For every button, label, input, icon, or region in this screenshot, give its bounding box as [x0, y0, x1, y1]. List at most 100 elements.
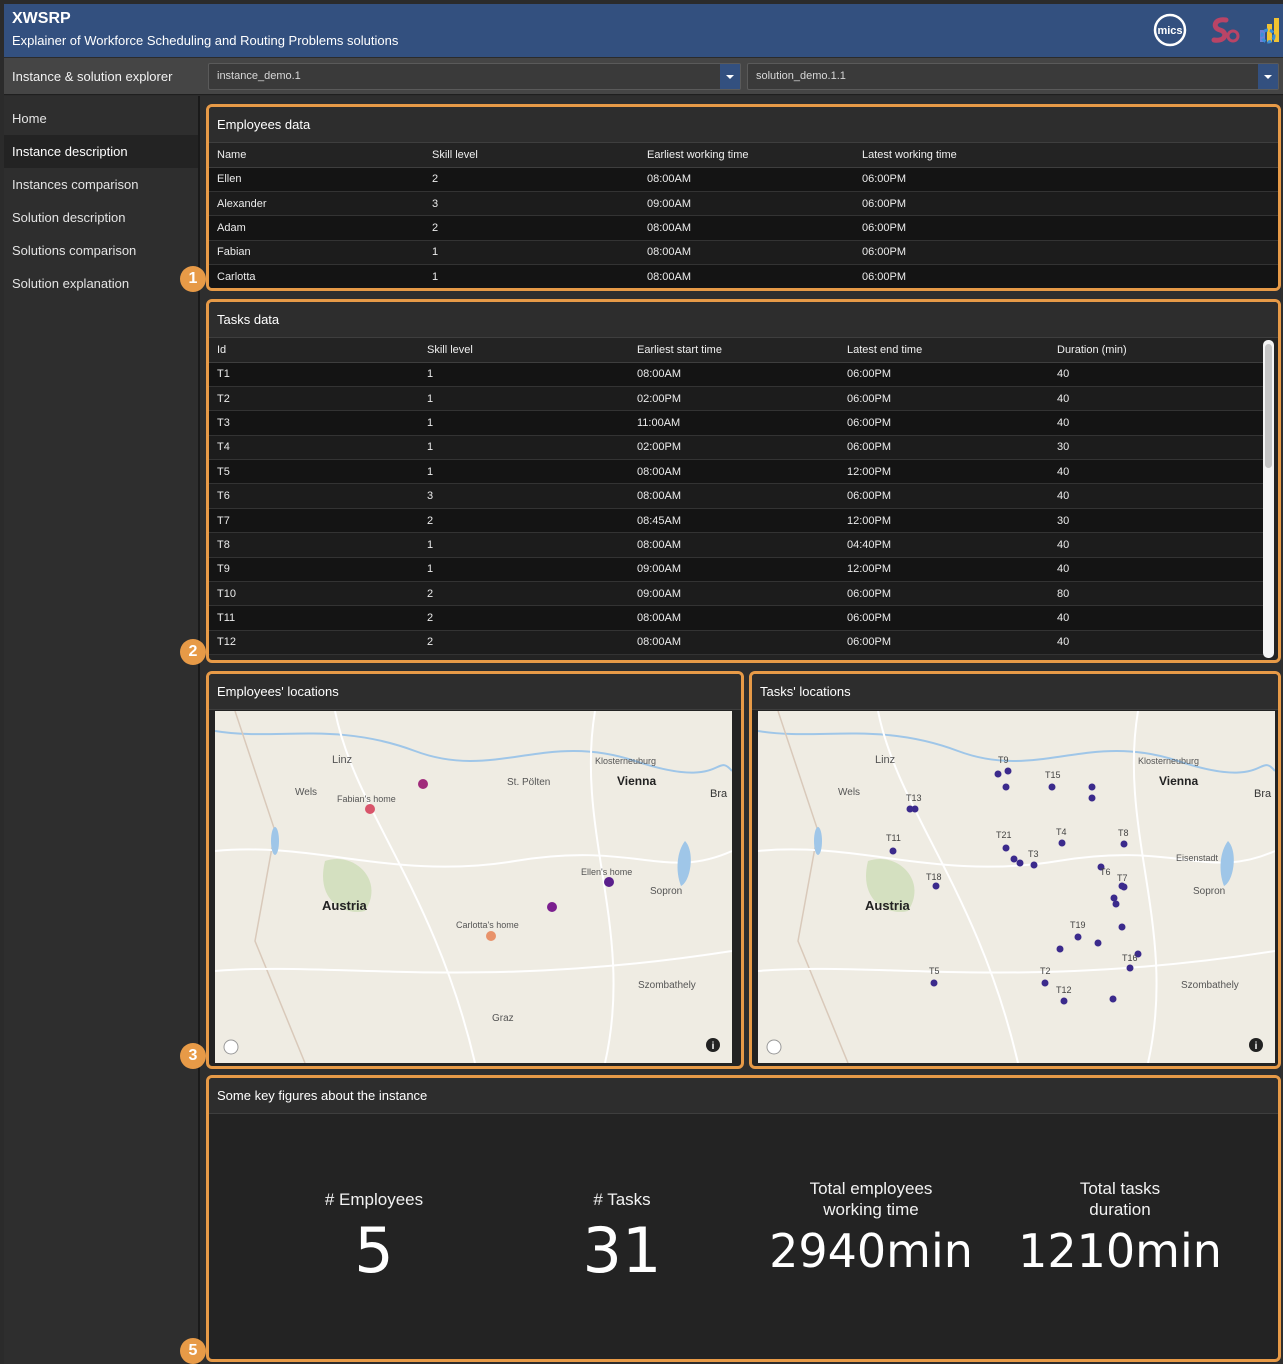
task-marker[interactable] [1074, 933, 1082, 941]
table-row[interactable]: T4 1 02:00PM 06:00PM 30 [209, 435, 1263, 461]
table-row[interactable]: T3 1 11:00AM 06:00PM 40 [209, 410, 1263, 436]
task-marker[interactable] [1112, 900, 1120, 908]
map-attribution-icon[interactable] [766, 1039, 782, 1055]
task-marker[interactable] [1109, 995, 1117, 1003]
map-attribution-icon[interactable] [223, 1039, 239, 1055]
task-marker[interactable] [1002, 783, 1010, 791]
task-marker[interactable] [1088, 783, 1096, 791]
task-marker[interactable] [1118, 882, 1126, 890]
table-cell: 1 [419, 362, 629, 387]
employees-map-canvas[interactable]: Linz Wels St. Pölten Klosterneuburg Vien… [215, 711, 732, 1063]
sidebar-item-home[interactable]: Home [4, 102, 198, 135]
table-header[interactable]: Id [209, 338, 419, 363]
task-marker[interactable] [1110, 894, 1118, 902]
table-row[interactable]: T5 1 08:00AM 12:00PM 40 [209, 459, 1263, 485]
table-cell: 2 [419, 508, 629, 534]
sidebar-item-instance-description[interactable]: Instance description [4, 135, 198, 168]
table-row[interactable]: T1 1 08:00AM 06:00PM 40 [209, 362, 1263, 387]
kpi-total-working-time: Total employees working time 2940min [746, 1178, 996, 1278]
table-row[interactable]: T8 1 08:00AM 04:40PM 40 [209, 532, 1263, 558]
task-marker[interactable] [889, 847, 897, 855]
map-label-eisenstadt: Eisenstadt [1176, 853, 1219, 863]
task-marker[interactable] [930, 979, 938, 987]
instance-select[interactable]: instance_demo.1 [208, 63, 741, 90]
table-header[interactable]: Name [209, 143, 424, 168]
table-row[interactable]: Fabian 1 08:00AM 06:00PM [209, 240, 1278, 266]
task-marker[interactable] [1048, 783, 1056, 791]
task-marker[interactable] [1094, 939, 1102, 947]
sidebar-item-solutions-comparison[interactable]: Solutions comparison [4, 234, 198, 267]
solution-select[interactable]: solution_demo.1.1 [747, 63, 1279, 90]
employee-marker-carlotta[interactable] [486, 931, 496, 941]
employee-marker-fabian[interactable] [365, 804, 375, 814]
table-header[interactable]: Latest working time [854, 143, 1278, 168]
table-row[interactable]: T12 2 08:00AM 06:00PM 40 [209, 630, 1263, 656]
table-row[interactable]: T10 2 09:00AM 06:00PM 80 [209, 581, 1263, 607]
map-label-klosterneuburg: Klosterneuburg [1138, 756, 1199, 766]
table-cell: T9 [209, 557, 419, 583]
table-cell: 1 [424, 264, 639, 288]
kpi-employees: # Employees 5 [249, 1189, 499, 1287]
sidebar: Home Instance description Instances comp… [4, 96, 200, 1364]
tasks-scrollbar[interactable] [1263, 340, 1274, 658]
table-header[interactable]: Skill level [424, 143, 639, 168]
employee-marker-ellen[interactable] [604, 877, 614, 887]
task-marker[interactable] [1060, 997, 1068, 1005]
table-row[interactable]: T2 1 02:00PM 06:00PM 40 [209, 386, 1263, 412]
table-row[interactable]: T11 2 08:00AM 06:00PM 40 [209, 605, 1263, 631]
task-marker[interactable] [906, 805, 914, 813]
table-header[interactable]: Earliest working time [639, 143, 854, 168]
task-marker[interactable] [1004, 767, 1012, 775]
task-marker[interactable] [1002, 844, 1010, 852]
map-label-vienna: Vienna [1159, 774, 1198, 788]
tasks-map-canvas[interactable]: Linz Wels Klosterneuburg Vienna Bra Eise… [758, 711, 1275, 1063]
task-marker[interactable] [994, 770, 1002, 778]
callout-badge: 2 [180, 639, 206, 665]
employee-marker[interactable] [418, 779, 428, 789]
table-header[interactable]: Skill level [419, 338, 629, 363]
tasks-map[interactable]: Linz Wels Klosterneuburg Vienna Bra Eise… [758, 711, 1275, 1063]
table-header[interactable]: Duration (min) [1049, 338, 1263, 363]
table-cell: 08:00AM [639, 240, 854, 266]
table-row[interactable]: Carlotta 1 08:00AM 06:00PM [209, 264, 1278, 288]
table-row[interactable]: T6 3 08:00AM 06:00PM 40 [209, 483, 1263, 509]
table-cell: 06:00PM [839, 630, 1049, 656]
table-cell: 06:00PM [854, 264, 1278, 288]
table-cell: 1 [424, 240, 639, 266]
sidebar-item-solution-explanation[interactable]: Solution explanation [4, 267, 198, 300]
task-label: T16 [1122, 953, 1138, 963]
task-marker[interactable] [1056, 945, 1064, 953]
sidebar-item-solution-description[interactable]: Solution description [4, 201, 198, 234]
task-marker[interactable] [932, 882, 940, 890]
task-marker[interactable] [1030, 861, 1038, 869]
task-marker[interactable] [1041, 979, 1049, 987]
table-header[interactable]: Latest end time [839, 338, 1049, 363]
chevron-down-icon[interactable] [1258, 64, 1278, 89]
employees-panel-title: Employees data [209, 107, 1278, 143]
scrollbar-thumb[interactable] [1265, 344, 1272, 468]
task-marker[interactable] [1088, 794, 1096, 802]
svg-text:mics: mics [1157, 25, 1182, 37]
table-cell: 08:00AM [629, 605, 839, 631]
task-label: T6 [1100, 867, 1111, 877]
employee-marker[interactable] [547, 902, 557, 912]
table-row[interactable]: Adam 2 08:00AM 06:00PM [209, 215, 1278, 241]
table-row[interactable]: Ellen 2 08:00AM 06:00PM [209, 167, 1278, 192]
table-row[interactable]: T7 2 08:45AM 12:00PM 30 [209, 508, 1263, 534]
table-cell: 40 [1049, 630, 1263, 656]
table-header[interactable]: Earliest start time [629, 338, 839, 363]
task-label: T8 [1118, 828, 1129, 838]
kpi-value: 5 [354, 1214, 394, 1287]
employees-map[interactable]: Linz Wels St. Pölten Klosterneuburg Vien… [215, 711, 732, 1063]
table-row[interactable]: Alexander 3 09:00AM 06:00PM [209, 191, 1278, 217]
task-marker[interactable] [1118, 923, 1126, 931]
sidebar-item-instances-comparison[interactable]: Instances comparison [4, 168, 198, 201]
chevron-down-icon[interactable] [720, 64, 740, 89]
task-marker[interactable] [1010, 855, 1018, 863]
task-marker[interactable] [1120, 840, 1128, 848]
task-marker[interactable] [1126, 964, 1134, 972]
task-label: T13 [906, 793, 922, 803]
task-marker[interactable] [1016, 859, 1024, 867]
task-marker[interactable] [1058, 839, 1066, 847]
table-row[interactable]: T9 1 09:00AM 12:00PM 40 [209, 557, 1263, 583]
